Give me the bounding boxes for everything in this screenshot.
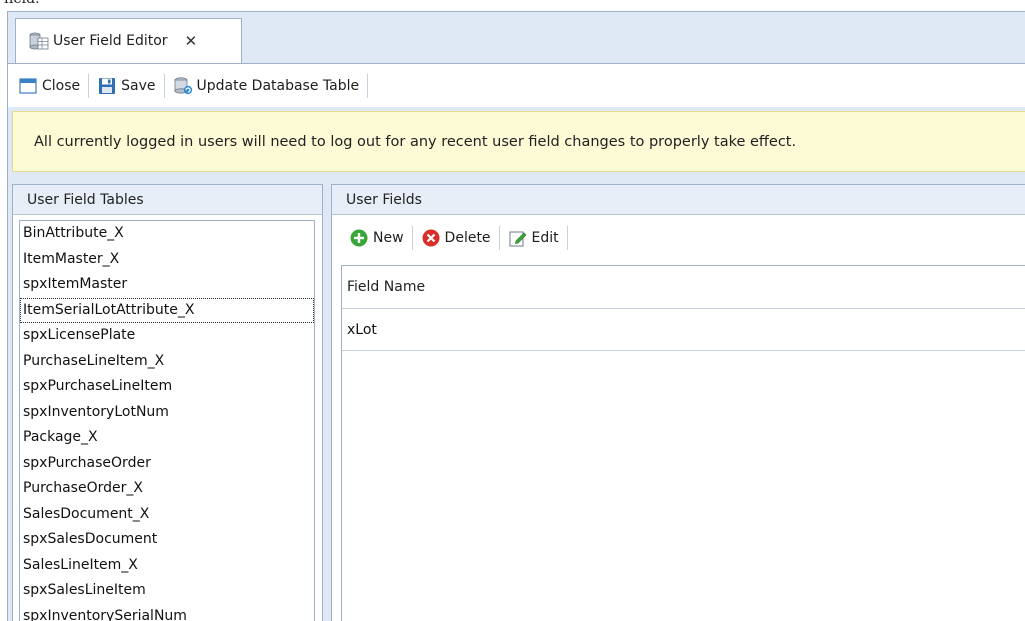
document-tab-strip: User Field Editor ✕	[8, 12, 1025, 63]
database-table-icon	[29, 32, 49, 50]
field-name-cell: xLot	[347, 321, 377, 338]
user-field-editor-window: User Field Editor ✕ Close Save Update Da…	[7, 11, 1025, 621]
list-item[interactable]: BinAttribute_X	[20, 221, 314, 247]
grid-rows: xLot	[342, 309, 1025, 351]
list-item[interactable]: spxSalesDocument	[20, 527, 314, 553]
list-item[interactable]: Package_X	[20, 425, 314, 451]
toolbar-divider	[88, 73, 90, 98]
list-item[interactable]: SalesLineItem_X	[20, 553, 314, 579]
list-item[interactable]: PurchaseOrder_X	[20, 476, 314, 502]
new-button-label: New	[373, 230, 404, 246]
floppy-disk-icon	[99, 77, 116, 94]
list-item[interactable]: SalesDocument_X	[20, 502, 314, 528]
database-update-icon	[174, 76, 192, 94]
save-button-label: Save	[121, 77, 156, 94]
close-button[interactable]: Close	[14, 72, 84, 100]
delete-circle-icon	[422, 229, 440, 247]
list-item[interactable]: PurchaseLineItem_X	[20, 349, 314, 375]
page-caption: field.	[4, 0, 40, 9]
user-fields-toolbar: New Delete Edit	[332, 215, 1025, 261]
column-header-field-name[interactable]: Field Name	[342, 266, 1025, 309]
list-item[interactable]: ItemSerialLotAttribute_X	[20, 297, 314, 323]
close-icon[interactable]: ✕	[185, 32, 198, 50]
toolbar-divider	[163, 73, 165, 98]
panel-title: User Fields	[332, 185, 1025, 215]
new-button[interactable]: New	[345, 224, 408, 252]
delete-button[interactable]: Delete	[417, 224, 495, 252]
list-item[interactable]: spxPurchaseOrder	[20, 451, 314, 477]
update-database-table-button[interactable]: Update Database Table	[169, 72, 364, 100]
edit-pencil-icon	[509, 231, 527, 247]
user-fields-grid: Field Name xLot	[341, 265, 1025, 621]
banner-message: All currently logged in users will need …	[34, 133, 797, 150]
info-banner: All currently logged in users will need …	[12, 111, 1025, 172]
user-field-tables-list[interactable]: BinAttribute_X ItemMaster_X spxItemMaster I…	[19, 220, 315, 621]
save-button[interactable]: Save	[93, 72, 159, 100]
toolbar-divider	[498, 226, 500, 250]
toolbar-divider	[367, 73, 369, 98]
user-fields-panel: User Fields New Delete Edit Field Name x…	[331, 184, 1025, 621]
tab-label: User Field Editor	[53, 33, 168, 49]
update-database-table-label: Update Database Table	[196, 77, 360, 94]
list-item[interactable]: spxSalesLineItem	[20, 578, 314, 604]
main-toolbar: Close Save Update Database Table	[8, 63, 1025, 107]
close-window-icon	[19, 77, 37, 94]
user-field-tables-panel: User Field Tables BinAttribute_X ItemMast…	[12, 184, 323, 621]
toolbar-divider	[566, 226, 568, 250]
list-item[interactable]: spxPurchaseLineItem	[20, 374, 314, 400]
close-button-label: Close	[42, 77, 81, 94]
list-item[interactable]: spxLicensePlate	[20, 323, 314, 349]
table-row[interactable]: xLot	[342, 309, 1025, 351]
delete-button-label: Delete	[444, 230, 491, 246]
toolbar-divider	[411, 226, 413, 250]
list-item[interactable]: spxItemMaster	[20, 272, 314, 298]
tab-user-field-editor[interactable]: User Field Editor ✕	[15, 18, 242, 63]
plus-circle-icon	[350, 229, 368, 247]
edit-button[interactable]: Edit	[504, 224, 563, 252]
panel-title: User Field Tables	[13, 185, 322, 215]
edit-button-label: Edit	[531, 230, 559, 246]
list-item[interactable]: ItemMaster_X	[20, 247, 314, 273]
list-item[interactable]: spxInventorySerialNum	[20, 604, 314, 621]
list-item[interactable]: spxInventoryLotNum	[20, 400, 314, 426]
